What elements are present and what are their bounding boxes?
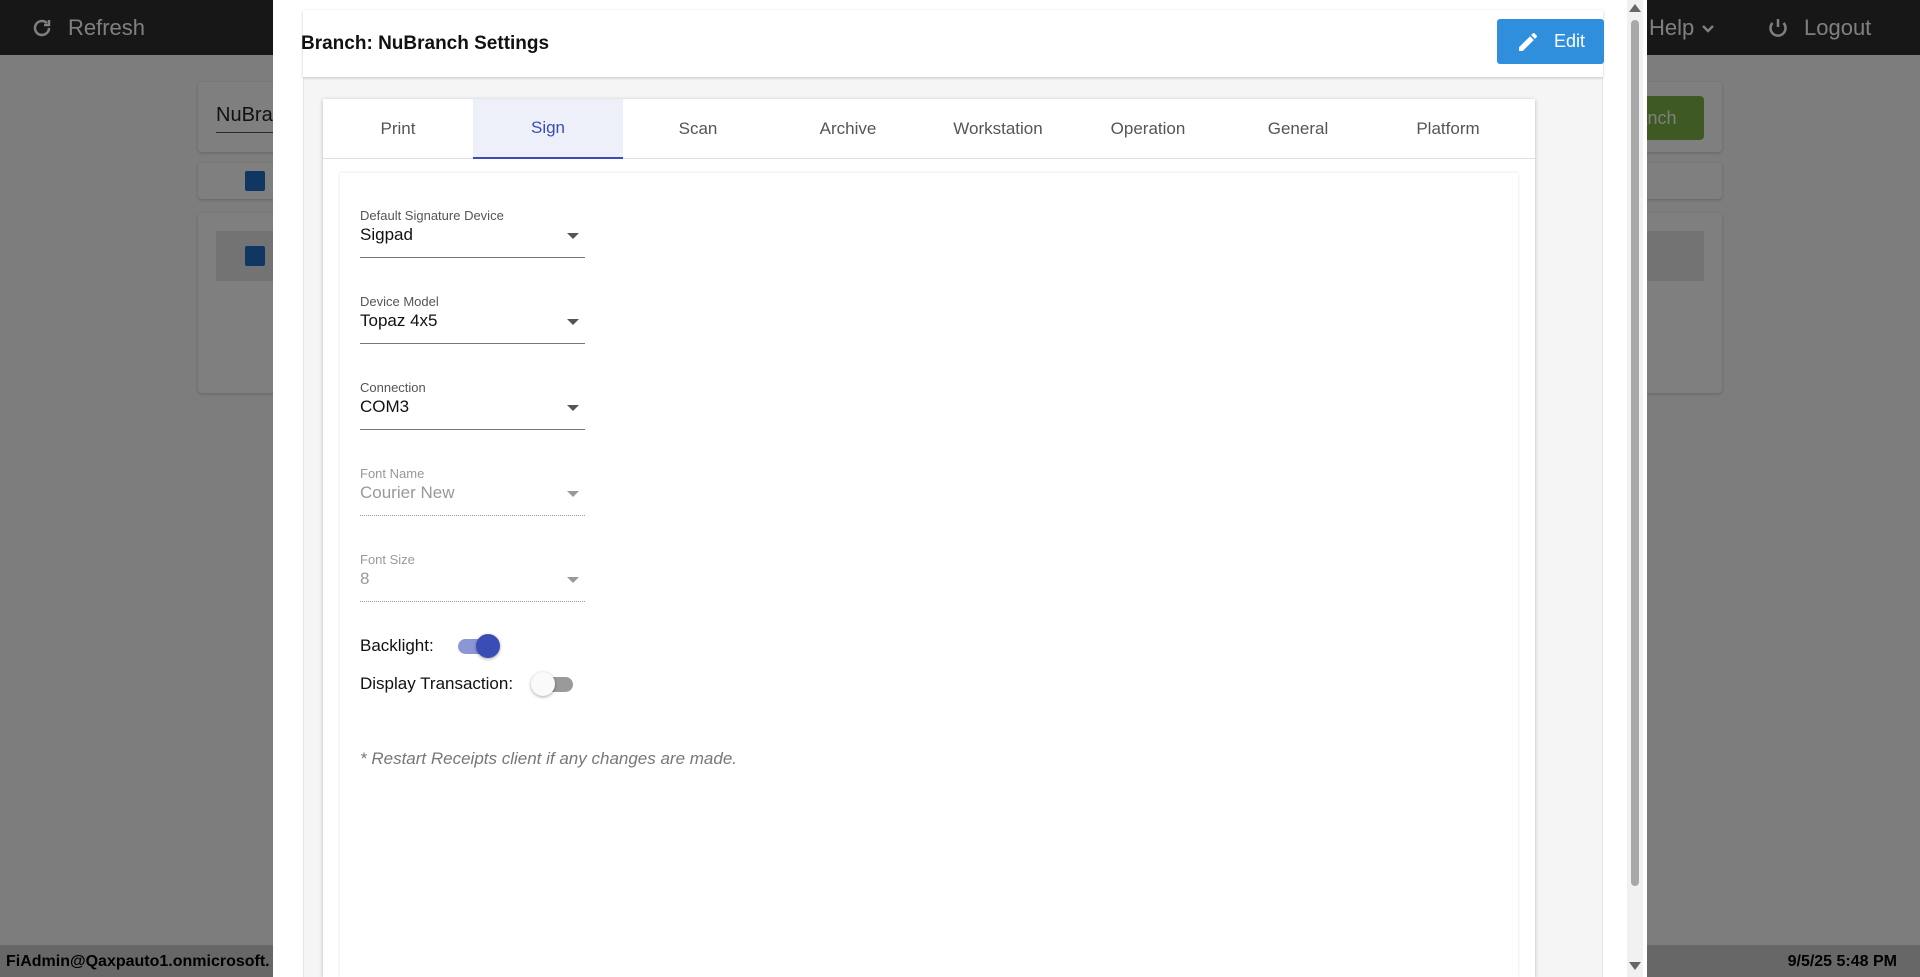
scroll-thumb[interactable] — [1631, 20, 1639, 886]
device-model-value: Topaz 4x5 — [360, 311, 438, 330]
device-model-select[interactable]: Device Model Topaz 4x5 — [360, 294, 585, 344]
font-size-value: 8 — [360, 569, 370, 588]
tab-platform[interactable]: Platform — [1373, 99, 1523, 159]
signature-device-value: Sigpad — [360, 225, 413, 244]
field-underline — [360, 601, 585, 602]
dropdown-arrow-icon — [567, 577, 579, 583]
font-size-select: Font Size 8 — [360, 552, 585, 602]
backlight-label: Backlight: — [360, 636, 434, 655]
font-size-label: Font Size — [360, 552, 415, 567]
signature-device-select[interactable]: Default Signature Device Sigpad — [360, 208, 585, 258]
toggle-knob — [475, 634, 500, 658]
edit-label: Edit — [1553, 31, 1586, 51]
field-underline — [360, 343, 585, 344]
backlight-toggle[interactable] — [456, 634, 500, 658]
dropdown-arrow-icon — [567, 491, 579, 497]
dropdown-arrow-icon — [567, 405, 579, 411]
dropdown-arrow-icon — [567, 233, 579, 239]
connection-value: COM3 — [360, 397, 410, 416]
tab-scan[interactable]: Scan — [623, 99, 773, 159]
dropdown-arrow-icon — [567, 319, 579, 325]
font-name-select: Font Name Courier New — [360, 466, 585, 516]
sign-settings-panel: Default Signature Device Sigpad Device M… — [340, 173, 1518, 977]
field-underline — [360, 429, 585, 430]
display-transaction-label: Display Transaction: — [360, 674, 514, 693]
display-transaction-row: Display Transaction: — [360, 669, 575, 699]
tab-sign[interactable]: Sign — [473, 99, 623, 159]
connection-select[interactable]: Connection COM3 — [360, 380, 585, 430]
toggle-knob — [531, 672, 556, 696]
device-model-label: Device Model — [360, 294, 439, 309]
tab-workstation[interactable]: Workstation — [923, 99, 1073, 159]
font-name-label: Font Name — [360, 466, 425, 481]
modal-title: Branch: NuBranch Settings — [301, 33, 550, 54]
signature-device-label: Default Signature Device — [360, 208, 504, 223]
edit-button[interactable]: Edit — [1497, 19, 1604, 64]
scroll-down-arrow-icon[interactable] — [1629, 962, 1641, 970]
backlight-row: Backlight: — [360, 631, 500, 661]
display-transaction-toggle[interactable] — [531, 672, 575, 696]
connection-label: Connection — [360, 380, 426, 395]
field-underline — [360, 257, 585, 258]
settings-tabs: Print Sign Scan Archive Workstation Oper… — [323, 99, 1535, 159]
settings-tab-card: Print Sign Scan Archive Workstation Oper… — [323, 99, 1535, 977]
pencil-icon — [1518, 32, 1537, 51]
restart-note: * Restart Receipts client if any changes… — [360, 749, 738, 768]
field-underline — [360, 515, 585, 516]
font-name-value: Courier New — [360, 483, 455, 502]
tab-archive[interactable]: Archive — [773, 99, 923, 159]
settings-modal: Branch: NuBranch Settings Edit Print Sig… — [273, 0, 1647, 977]
tab-general[interactable]: General — [1223, 99, 1373, 159]
tab-operation[interactable]: Operation — [1073, 99, 1223, 159]
modal-scrollbar[interactable] — [1627, 0, 1643, 977]
scroll-up-arrow-icon[interactable] — [1629, 4, 1641, 12]
tab-print[interactable]: Print — [323, 99, 473, 159]
